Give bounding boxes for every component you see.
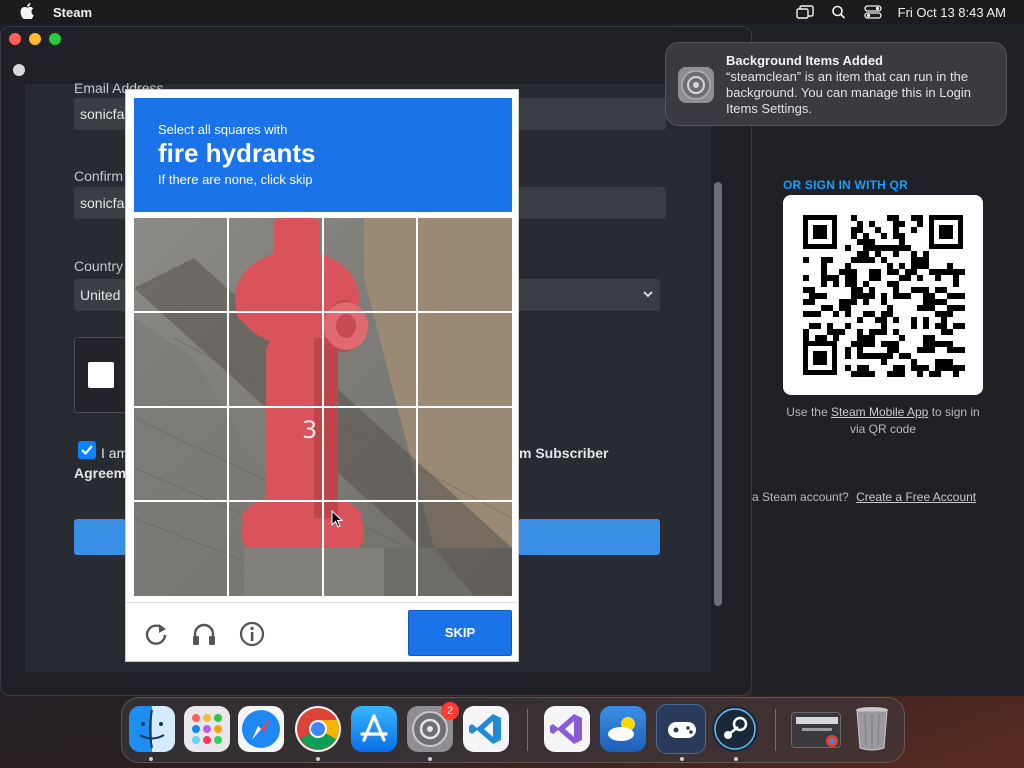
steam-mobile-app-link[interactable]: Steam Mobile App bbox=[831, 405, 928, 419]
chrome-icon[interactable] bbox=[295, 706, 341, 752]
create-account-link[interactable]: Create a Free Account bbox=[856, 490, 976, 504]
app-store-icon[interactable] bbox=[351, 706, 397, 752]
challenge-header: Select all squares with fire hydrants If… bbox=[134, 98, 512, 212]
inner-window-dot[interactable] bbox=[13, 64, 25, 76]
create-account-row: a Steam account? Create a Free Account bbox=[752, 490, 976, 504]
qr-instructions: Use the Steam Mobile App to sign in via … bbox=[783, 404, 983, 438]
email-value: sonicfa bbox=[80, 106, 125, 122]
menu-bar: Steam Fri Oct 13 8:43 AM bbox=[0, 0, 1024, 24]
running-indicator bbox=[428, 757, 432, 761]
country-value: United bbox=[80, 287, 121, 303]
weather-icon[interactable] bbox=[600, 706, 646, 752]
steam-icon[interactable] bbox=[712, 706, 758, 752]
challenge-grid[interactable] bbox=[134, 218, 512, 596]
finder-icon[interactable] bbox=[129, 706, 175, 752]
qr-code bbox=[783, 195, 983, 395]
zoom-window-button[interactable] bbox=[49, 33, 61, 45]
notification-badge: 2 bbox=[441, 702, 459, 720]
search-icon[interactable] bbox=[830, 5, 848, 19]
recaptcha-checkbox[interactable] bbox=[88, 362, 114, 388]
grid-line bbox=[134, 406, 512, 408]
dock-separator bbox=[775, 709, 776, 751]
window-controls bbox=[9, 33, 61, 45]
country-label: Country bbox=[74, 258, 124, 274]
notification-title: Background Items Added bbox=[726, 53, 883, 68]
agree-text-end: m Subscriber bbox=[519, 445, 609, 461]
confirm-email-value: sonicfa bbox=[80, 195, 125, 211]
safari-icon[interactable] bbox=[238, 706, 284, 752]
menu-bar-status: Fri Oct 13 8:43 AM bbox=[795, 5, 1006, 20]
qr-text-before: Use the bbox=[786, 405, 831, 419]
notification-body: “steamclean” is an item that can run in … bbox=[726, 69, 972, 116]
control-center-icon[interactable] bbox=[863, 5, 882, 19]
checkmark-icon bbox=[81, 445, 93, 456]
background-items-notification[interactable]: Background Items Added “steamclean” is a… bbox=[665, 42, 1007, 126]
vscode-icon[interactable] bbox=[463, 706, 509, 752]
audio-icon[interactable] bbox=[190, 620, 218, 648]
mouse-cursor-icon bbox=[331, 510, 343, 528]
menu-bar-clock[interactable]: Fri Oct 13 8:43 AM bbox=[898, 5, 1006, 20]
agree-checkbox[interactable] bbox=[78, 441, 96, 459]
visual-studio-icon[interactable] bbox=[544, 706, 590, 752]
app-menu-name[interactable]: Steam bbox=[53, 5, 92, 20]
running-indicator bbox=[680, 757, 684, 761]
recaptcha-challenge: Select all squares with fire hydrants If… bbox=[125, 89, 519, 662]
qr-code-image bbox=[803, 215, 965, 377]
trash-icon[interactable] bbox=[850, 704, 894, 752]
reload-icon[interactable] bbox=[142, 620, 170, 648]
running-indicator bbox=[149, 757, 153, 761]
apple-icon[interactable] bbox=[20, 3, 34, 19]
continue-button-left[interactable] bbox=[74, 519, 126, 555]
challenge-footer-divider bbox=[126, 602, 518, 603]
minimize-window-button[interactable] bbox=[29, 33, 41, 45]
chrome-window-minimized-icon[interactable] bbox=[791, 712, 841, 748]
info-icon[interactable] bbox=[238, 620, 266, 648]
agree-text-line2: Agreem bbox=[74, 465, 127, 481]
window-icon[interactable] bbox=[795, 5, 814, 19]
launchpad-icon[interactable] bbox=[184, 706, 230, 752]
challenge-instruction: Select all squares with bbox=[158, 122, 288, 137]
confirm-email-label: Confirm bbox=[74, 168, 124, 184]
skip-button[interactable]: SKIP bbox=[408, 610, 512, 656]
create-account-prompt: a Steam account? bbox=[752, 490, 849, 504]
challenge-target: fire hydrants bbox=[158, 138, 316, 168]
scrollbar[interactable] bbox=[714, 182, 722, 606]
system-settings-icon bbox=[678, 67, 714, 103]
close-window-button[interactable] bbox=[9, 33, 21, 45]
chevron-down-icon bbox=[643, 291, 653, 298]
running-indicator bbox=[734, 757, 738, 761]
game-controller-icon[interactable] bbox=[656, 704, 706, 754]
grid-line bbox=[134, 500, 512, 502]
grid-line bbox=[134, 311, 512, 313]
qr-title: OR SIGN IN WITH QR bbox=[783, 178, 908, 192]
challenge-hint: If there are none, click skip bbox=[158, 172, 313, 187]
running-indicator bbox=[316, 757, 320, 761]
continue-button-right[interactable] bbox=[518, 519, 660, 555]
dock-separator bbox=[527, 709, 528, 751]
